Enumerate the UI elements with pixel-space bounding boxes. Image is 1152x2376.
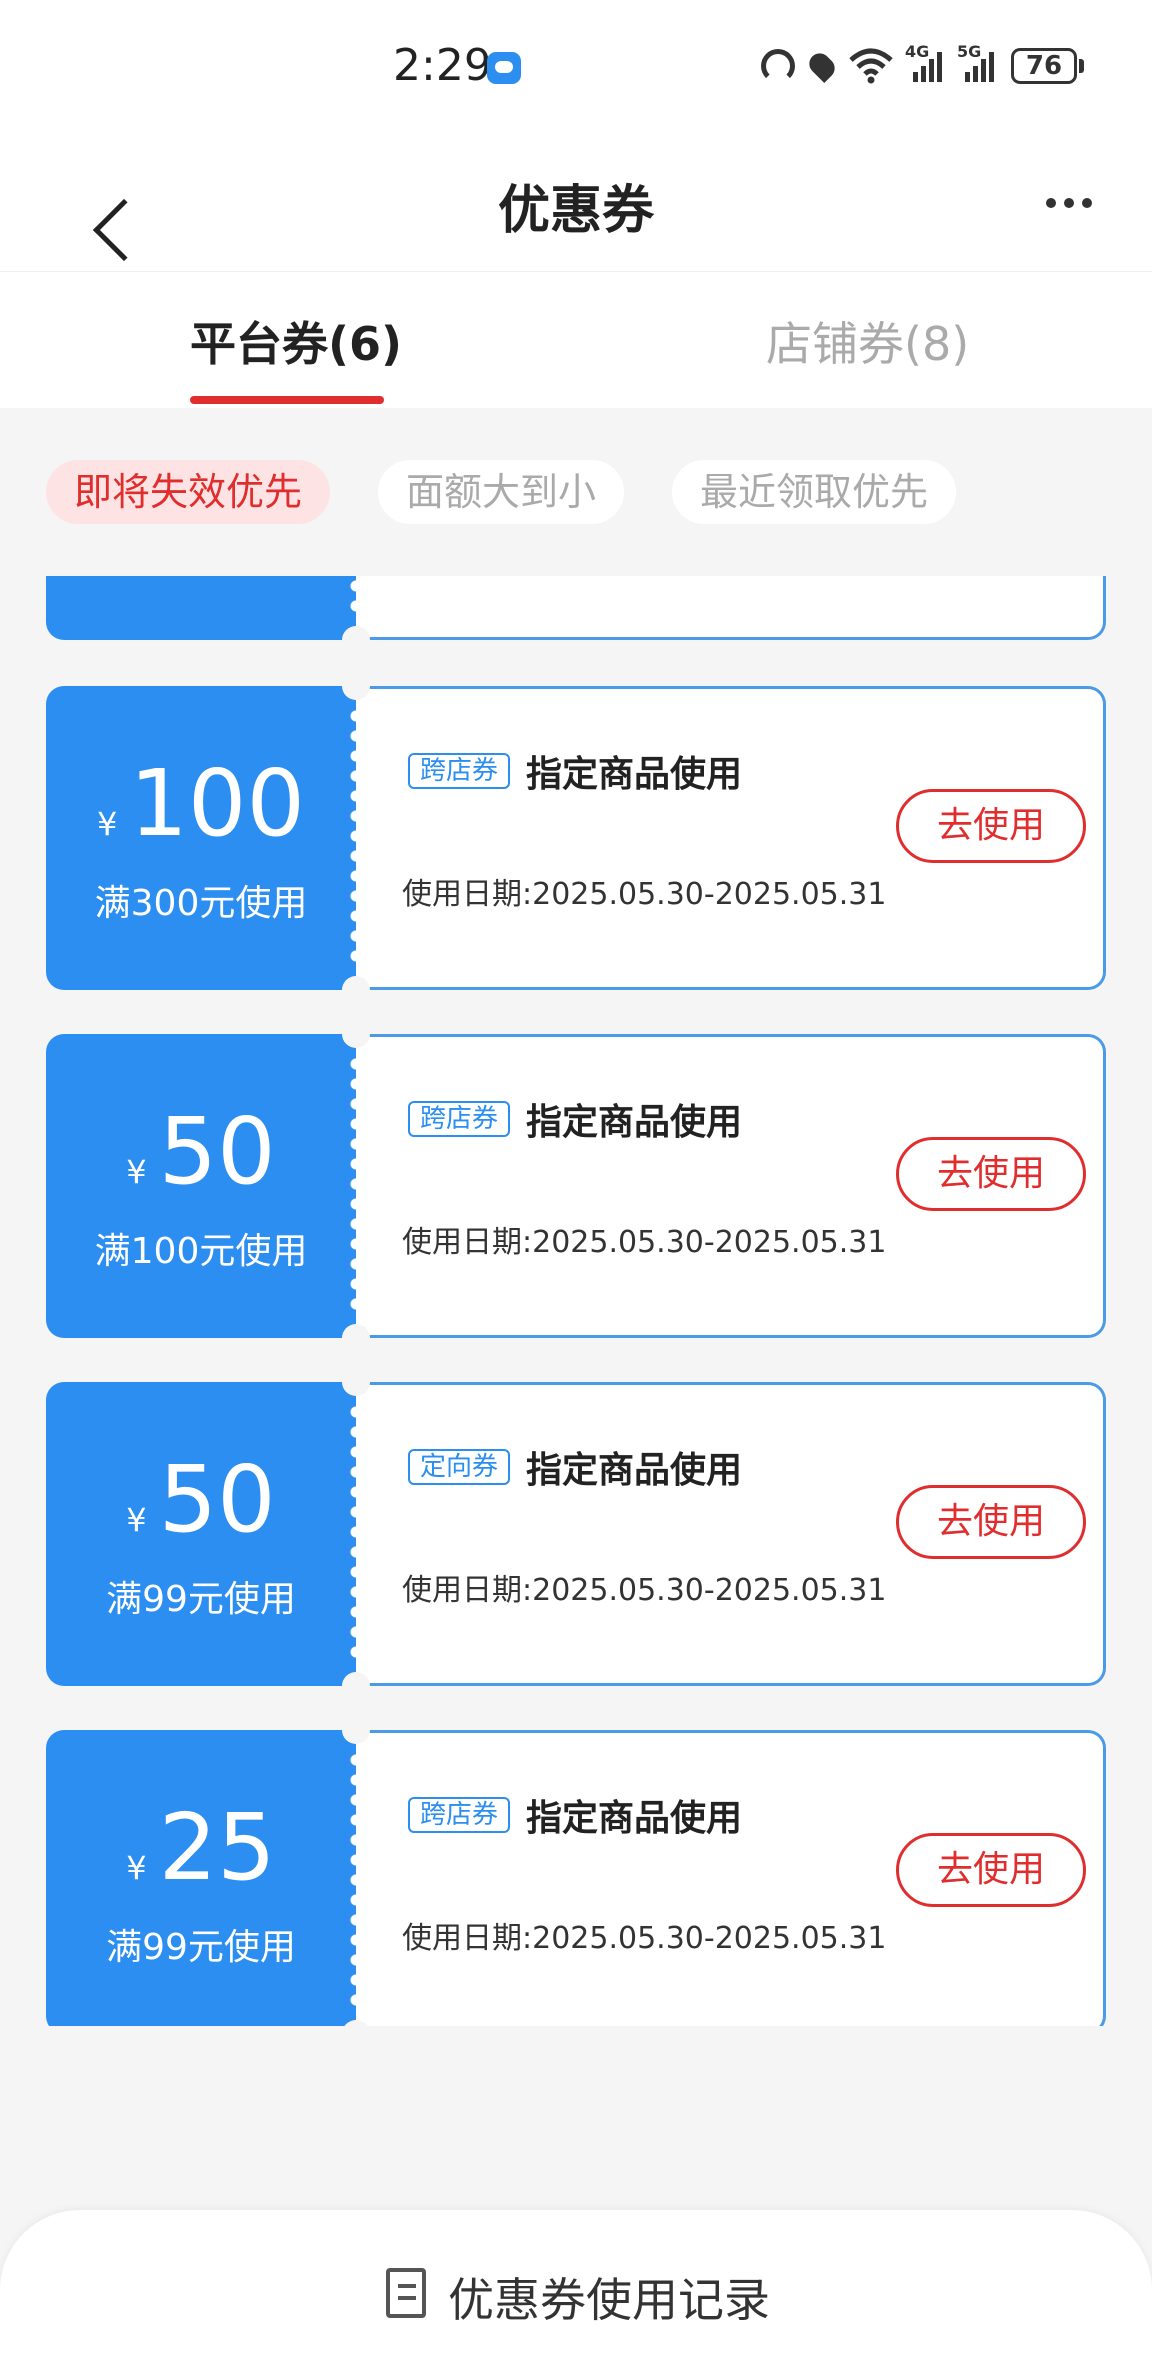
page-title: 优惠券 xyxy=(497,181,654,241)
receipt-icon xyxy=(386,2268,426,2318)
currency-symbol: ¥ xyxy=(126,1153,147,1191)
coupon-condition: 满99元使用 xyxy=(106,1927,296,1968)
coupon-type-tabs: 平台券(6) 店铺券(8) xyxy=(0,272,1152,408)
coupon-info-panel: 跨店券 指定商品使用 使用日期:2025.05.30-2025.05.31 去使… xyxy=(356,1730,1106,2026)
coupon-value-panel: ¥ 25 满99元使用 xyxy=(46,1730,356,2026)
coupon-condition: 满99元使用 xyxy=(106,1579,296,1620)
coupon-tag: 跨店券 xyxy=(408,1101,511,1137)
coupon-tag: 跨店券 xyxy=(408,1797,511,1833)
coupon-value-panel: ¥ 50 满99元使用 xyxy=(46,1382,356,1686)
battery-tip xyxy=(1079,59,1084,73)
coupon-info-panel: 跨店券 指定商品使用 使用日期:2025.05.30-2025.05.31 去使… xyxy=(356,1034,1106,1338)
signal-5g-icon: 5G xyxy=(957,42,997,84)
coupon-usage-record-label: 优惠券使用记录 xyxy=(448,2273,770,2327)
coupon-date: 使用日期:2025.05.30-2025.05.31 xyxy=(402,877,887,912)
tab-platform-coupons[interactable]: 平台券(6) xyxy=(190,308,402,371)
currency-symbol: ¥ xyxy=(97,805,118,843)
coupon-name: 指定商品使用 xyxy=(526,1450,743,1491)
location-icon xyxy=(805,49,839,83)
navigation-header: 优惠券 xyxy=(0,130,1152,272)
coupon-info-panel: 定向券 指定商品使用 使用日期:2025.05.30-2025.05.31 去使… xyxy=(356,1382,1106,1686)
coupon-page: 2:29 4G 5G 76 优惠券 平台券(6) 店铺券(8) 即将失效优先 面… xyxy=(0,0,1152,2376)
coupon-date: 使用日期:2025.05.30-2025.05.31 xyxy=(402,1573,887,1608)
status-time: 2:29 xyxy=(393,40,492,91)
chat-notification-icon xyxy=(487,52,521,84)
sort-filters: 即将失效优先 面额大到小 最近领取优先 xyxy=(46,460,957,524)
battery-icon: 76 xyxy=(1011,48,1077,84)
use-coupon-button[interactable]: 去使用 xyxy=(896,1137,1086,1211)
coupon-name: 指定商品使用 xyxy=(526,754,743,795)
coupon-condition: 满300元使用 xyxy=(94,883,308,924)
coupon-date: 使用日期:2025.05.30-2025.05.31 xyxy=(402,1225,887,1260)
coupon-tag: 定向券 xyxy=(408,1449,511,1485)
wifi-icon xyxy=(849,48,893,84)
coupon-condition: 满100元使用 xyxy=(94,1231,308,1272)
coupon-card-partial xyxy=(46,576,1106,654)
use-coupon-button[interactable]: 去使用 xyxy=(896,789,1086,863)
coupon-list: ¥ 100 满300元使用 跨店券 指定商品使用 使用日期:2025.05.30… xyxy=(46,576,1106,2026)
currency-symbol: ¥ xyxy=(126,1849,147,1887)
coupon-tag: 跨店券 xyxy=(408,753,511,789)
status-bar: 2:29 4G 5G 76 xyxy=(0,0,1152,130)
filter-value-desc[interactable]: 面额大到小 xyxy=(378,460,625,524)
status-icons: 4G 5G 76 xyxy=(761,42,1084,88)
tab-shop-coupons[interactable]: 店铺券(8) xyxy=(766,308,969,371)
coupon-value-panel: ¥ 100 满300元使用 xyxy=(46,686,356,990)
currency-symbol: ¥ xyxy=(126,1501,147,1539)
speed-icon xyxy=(761,49,795,83)
active-tab-indicator xyxy=(190,396,384,404)
coupon-card: ¥ 50 满100元使用 跨店券 指定商品使用 使用日期:2025.05.30-… xyxy=(46,1020,1106,1352)
use-coupon-button[interactable]: 去使用 xyxy=(896,1485,1086,1559)
coupon-value-panel: ¥ 50 满100元使用 xyxy=(46,1034,356,1338)
more-options-icon[interactable] xyxy=(1046,198,1092,208)
coupon-value: 100 xyxy=(129,750,305,857)
coupon-value: 25 xyxy=(158,1794,276,1901)
coupon-card: ¥ 100 满300元使用 跨店券 指定商品使用 使用日期:2025.05.30… xyxy=(46,672,1106,1004)
coupon-name: 指定商品使用 xyxy=(526,1798,743,1839)
coupon-name: 指定商品使用 xyxy=(526,1102,743,1143)
use-coupon-button[interactable]: 去使用 xyxy=(896,1833,1086,1907)
coupon-date: 使用日期:2025.05.30-2025.05.31 xyxy=(402,1921,887,1956)
coupon-card: ¥ 50 满99元使用 定向券 指定商品使用 使用日期:2025.05.30-2… xyxy=(46,1368,1106,1700)
coupon-info-panel: 跨店券 指定商品使用 使用日期:2025.05.30-2025.05.31 去使… xyxy=(356,686,1106,990)
coupon-usage-record-bar[interactable]: 优惠券使用记录 xyxy=(0,2210,1152,2376)
signal-4g-icon: 4G xyxy=(905,42,945,84)
coupon-value: 50 xyxy=(158,1098,276,1205)
filter-recent-first[interactable]: 最近领取优先 xyxy=(672,460,957,524)
filter-expiring-first[interactable]: 即将失效优先 xyxy=(46,460,331,524)
coupon-value: 50 xyxy=(158,1446,276,1553)
coupon-card: ¥ 25 满99元使用 跨店券 指定商品使用 使用日期:2025.05.30-2… xyxy=(46,1716,1106,2026)
